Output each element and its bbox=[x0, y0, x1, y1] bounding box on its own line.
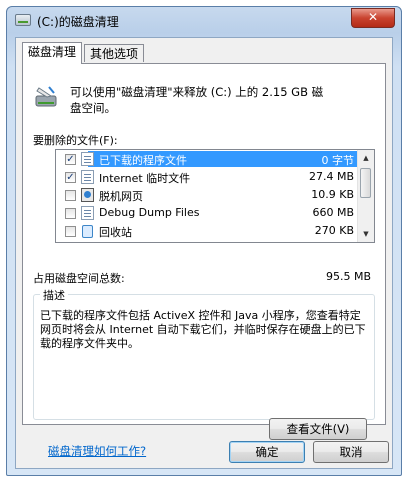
list-item[interactable]: ✓ Internet 临时文件 27.4 MB bbox=[56, 168, 358, 186]
file-name: Debug Dump Files bbox=[99, 206, 200, 219]
close-button[interactable]: ✕ bbox=[351, 8, 395, 28]
tab-more-options[interactable]: 其他选项 bbox=[84, 44, 145, 62]
file-name: 脱机网页 bbox=[99, 190, 143, 203]
scroll-up-icon[interactable]: ▲ bbox=[358, 150, 374, 166]
file-size: 660 MB bbox=[312, 206, 354, 219]
list-item[interactable]: 回收站 270 KB bbox=[56, 222, 358, 240]
intro-text: 可以使用"磁盘清理"来释放 (C:) 上的 2.15 GB 磁 盘空间。 bbox=[70, 84, 376, 116]
list-item[interactable]: ✓ 已下载的程序文件 0 字节 bbox=[56, 150, 358, 168]
cancel-button[interactable]: 取消 bbox=[313, 441, 389, 463]
folder-doc-icon bbox=[81, 152, 94, 166]
checkbox-unchecked[interactable] bbox=[65, 226, 76, 237]
checkbox-checked[interactable]: ✓ bbox=[65, 172, 76, 183]
checkbox-unchecked[interactable] bbox=[65, 190, 76, 201]
list-item[interactable]: Debug Dump Files 660 MB bbox=[56, 204, 358, 222]
blank-icon bbox=[81, 206, 94, 220]
network-page-icon bbox=[81, 188, 94, 202]
ok-button[interactable]: 确定 bbox=[229, 441, 305, 463]
total-space-label: 占用磁盘空间总数: bbox=[33, 272, 125, 285]
total-space-value: 95.5 MB bbox=[325, 270, 371, 283]
dialog-client: 磁盘清理 其他选项 可以使用"磁盘清理"来释放 (C:) 上的 2.15 GB … bbox=[15, 37, 393, 469]
scroll-down-icon[interactable]: ▼ bbox=[358, 226, 374, 242]
file-name: Internet 临时文件 bbox=[99, 172, 191, 185]
disk-cleanup-icon bbox=[35, 86, 57, 107]
file-size: 10.9 KB bbox=[311, 188, 354, 201]
description-text: 已下载的程序文件包括 ActiveX 控件和 Java 小程序，您查看特定网页时… bbox=[40, 309, 366, 350]
file-name: 回收站 bbox=[99, 226, 132, 239]
window-title: (C:)的磁盘清理 bbox=[37, 15, 119, 29]
description-group: 描述 已下载的程序文件包括 ActiveX 控件和 Java 小程序，您查看特定… bbox=[33, 287, 375, 420]
file-list[interactable]: ✓ 已下载的程序文件 0 字节 ✓ Internet 临时文件 27.4 MB … bbox=[55, 149, 375, 243]
checkbox-unchecked[interactable] bbox=[65, 208, 76, 219]
file-size: 270 KB bbox=[314, 224, 354, 237]
drive-icon bbox=[15, 14, 31, 26]
checkbox-checked[interactable]: ✓ bbox=[65, 154, 76, 165]
tab-panel: 可以使用"磁盘清理"来释放 (C:) 上的 2.15 GB 磁 盘空间。 要删除… bbox=[22, 63, 386, 440]
title-bar[interactable]: (C:)的磁盘清理 ✕ bbox=[7, 7, 401, 33]
view-files-button[interactable]: 查看文件(V) bbox=[269, 418, 367, 440]
file-name: 已下载的程序文件 bbox=[99, 154, 187, 167]
intro-line-1: 可以使用"磁盘清理"来释放 (C:) 上的 2.15 GB 磁 bbox=[70, 85, 324, 99]
scroll-thumb[interactable] bbox=[360, 168, 371, 198]
list-item[interactable]: 脱机网页 10.9 KB bbox=[56, 186, 358, 204]
disk-cleanup-window: (C:)的磁盘清理 ✕ 磁盘清理 其他选项 可以使用"磁盘清理"来释放 (C:)… bbox=[6, 6, 402, 476]
files-to-delete-label: 要删除的文件(F): bbox=[33, 134, 118, 147]
help-link[interactable]: 磁盘清理如何工作? bbox=[48, 443, 146, 459]
vertical-scrollbar[interactable]: ▲ ▼ bbox=[357, 150, 374, 242]
file-size: 0 字节 bbox=[321, 154, 355, 167]
recycle-bin-icon bbox=[81, 224, 94, 238]
file-size: 27.4 MB bbox=[308, 170, 354, 183]
tab-disk-cleanup[interactable]: 磁盘清理 bbox=[22, 42, 83, 64]
doc-icon bbox=[81, 170, 94, 184]
description-legend: 描述 bbox=[40, 287, 68, 303]
intro-line-2: 盘空间。 bbox=[70, 101, 116, 115]
